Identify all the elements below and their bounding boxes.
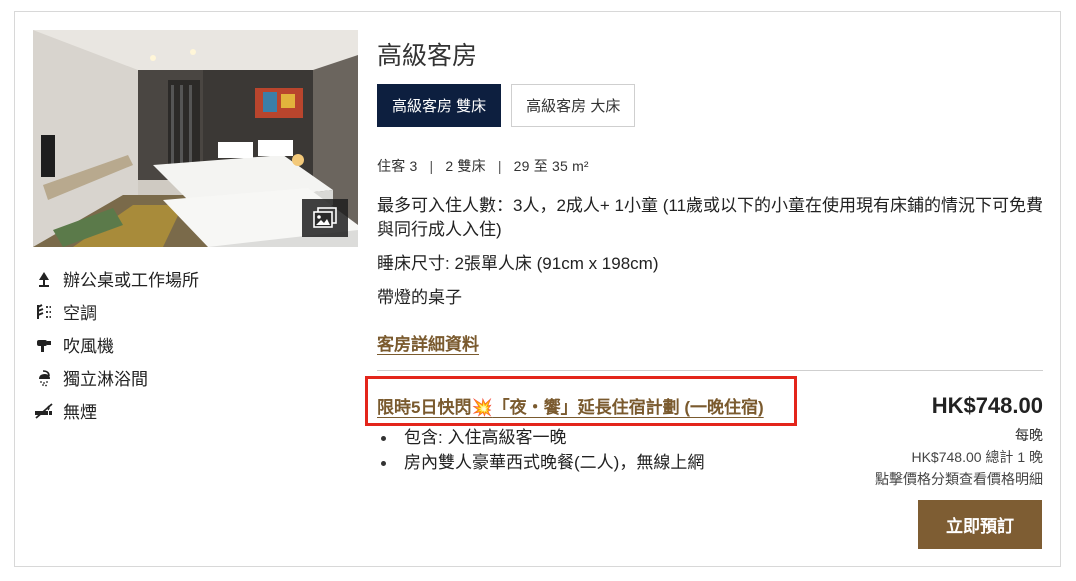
room-description: 最多可入住人數：3人，2成人+ 1小童 (11歲或以下的小童在使用現有床鋪的情況…	[377, 194, 1047, 320]
spec-separator: |	[497, 158, 502, 174]
room-specs: 住客 3 | 2 雙床 | 29 至 35 m²	[377, 156, 589, 176]
shower-icon	[33, 369, 55, 387]
amenity-label: 獨立淋浴間	[63, 370, 148, 389]
divider	[377, 370, 1043, 371]
no-smoking-icon	[33, 402, 55, 420]
room-type-tabs: 高級客房 雙床 高級客房 大床	[377, 84, 636, 127]
amenity-label: 辦公桌或工作場所	[63, 271, 199, 290]
air-conditioning-icon	[33, 303, 55, 321]
book-now-button[interactable]: 立即預訂	[918, 500, 1042, 549]
occupancy-text: 最多可入住人數：3人，2成人+ 1小童 (11歲或以下的小童在使用現有床鋪的情況…	[377, 196, 1044, 239]
amenity-label: 無煙	[63, 403, 97, 422]
amenity-item: 空調	[33, 295, 353, 328]
gallery-button[interactable]	[302, 199, 348, 237]
total-price: HK$748.00 總計 1 晚	[911, 449, 1043, 465]
amenity-label: 空調	[63, 304, 97, 323]
per-night-label: 每晚	[1015, 427, 1043, 443]
room-size: 29 至 35 m²	[513, 158, 589, 174]
list-item: 房內雙人豪華西式晚餐(二人)，無線上網	[377, 450, 704, 475]
rate-name-suffix: 「夜・饗」延長住宿計劃 (一晚住宿)	[492, 398, 764, 417]
list-item: 包含: 入住高級客一晚	[377, 425, 704, 450]
spec-separator: |	[429, 158, 434, 174]
hair-dryer-icon	[33, 336, 55, 354]
rate-inclusions: 包含: 入住高級客一晚 房內雙人豪華西式晚餐(二人)，無線上網	[377, 425, 704, 475]
amenity-item: 獨立淋浴間	[33, 361, 353, 394]
image-gallery-icon	[313, 207, 337, 229]
amenities-list: 辦公桌或工作場所 空調 吹風機 獨立淋浴間 無煙	[33, 262, 353, 427]
collision-emoji: 💥	[471, 398, 493, 417]
amenity-item: 吹風機	[33, 328, 353, 361]
tab-king-bed[interactable]: 高級客房 大床	[511, 84, 636, 127]
price-breakdown-hint: 點擊價格分類查看價格明細	[875, 471, 1043, 487]
guest-count: 住客 3	[377, 158, 418, 174]
room-details-link[interactable]: 客房詳細資料	[377, 330, 479, 355]
room-title: 高級客房	[377, 42, 478, 70]
amenity-label: 吹風機	[63, 337, 114, 356]
room-photo[interactable]	[33, 30, 358, 247]
bed-count: 2 雙床	[445, 158, 486, 174]
price[interactable]: HK$748.00	[875, 393, 1043, 419]
desk-text: 帶燈的桌子	[377, 288, 462, 307]
price-summary[interactable]: HK$748.00 每晚 HK$748.00 總計 1 晚 點擊價格分類查看價格…	[875, 393, 1043, 489]
rate-name-prefix: 限時5日快閃	[377, 398, 472, 417]
amenity-item: 辦公桌或工作場所	[33, 262, 353, 295]
rate-plan-link[interactable]: 限時5日快閃💥「夜・饗」延長住宿計劃 (一晚住宿)	[377, 393, 764, 418]
bed-size-text: 睡床尺寸: 2張單人床 (91cm x 198cm)	[377, 254, 659, 273]
tab-twin-bed[interactable]: 高級客房 雙床	[377, 84, 502, 127]
desk-lamp-icon	[33, 270, 55, 288]
amenity-item: 無煙	[33, 394, 353, 427]
